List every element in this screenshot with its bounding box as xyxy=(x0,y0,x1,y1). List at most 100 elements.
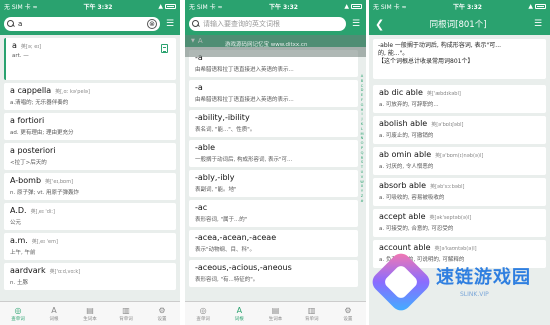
back-icon[interactable]: ❮ xyxy=(375,18,384,31)
site-logo: 速链游戏园 SLINK.VIP xyxy=(368,249,542,315)
clock: 下午 3:32 xyxy=(83,4,113,11)
entry-word: a xyxy=(12,41,17,50)
list-item[interactable]: A-bomb 英['eɪ,bɒm] n. 原子弹; vt. 用原子弹轰炸 xyxy=(4,173,176,200)
search-icon xyxy=(7,20,15,28)
entry-definition: a. 讨厌的, 令人憎恶的 xyxy=(379,164,434,170)
clear-icon[interactable]: ⊗ xyxy=(147,19,157,29)
list-item[interactable]: ab dic able 英['æbdɪkəbl] a. 可放弃的, 可辞职的... xyxy=(373,85,546,113)
list-item[interactable]: -able 一般搁于动词后, 构成形容词, 表示"可... xyxy=(189,140,358,167)
filter-icon[interactable]: ☰ xyxy=(532,19,544,29)
carrier-label: 无 SIM 卡 xyxy=(373,4,400,11)
entry-word: accept able xyxy=(379,212,426,221)
tab-wordbook[interactable]: ▤ 生词本 xyxy=(72,302,108,325)
entry-phonetic: 英[ə'kaʊntəb(ə)l] xyxy=(434,246,477,252)
clock: 下午 3:32 xyxy=(452,4,482,11)
root-list: -a 由希腊语和拉丁语直接进入英语的表示... -a 由希腊语和拉丁语直接进入英语的… xyxy=(185,47,366,287)
list-item[interactable]: a.m. 英[ˌeɪ ˈem] 上午, 午前 xyxy=(4,233,176,260)
entry-phonetic: 英[ək'septəb(ə)l] xyxy=(429,215,472,221)
entry-word: a cappella xyxy=(10,86,52,95)
entry-word: -a xyxy=(195,83,203,92)
root-search-input[interactable] xyxy=(203,18,343,30)
roots-icon: A xyxy=(236,305,243,315)
entry-phonetic: 英[ə; eɪ] xyxy=(20,44,42,50)
entry-definition: 公元 xyxy=(10,220,22,226)
alphabet-index[interactable]: A B C D E F G H I J K L M N O P Q R S T U V W X Y Z # xyxy=(359,74,365,204)
entry-word: a posteriori xyxy=(10,146,56,155)
battery-icon xyxy=(164,4,176,9)
entry-definition: a. 可接受的, 合意的, 可忍受的 xyxy=(379,226,454,232)
tab-label: 词根 xyxy=(234,316,244,322)
clock: 下午 3:32 xyxy=(268,4,298,11)
entry-phonetic: 英[ˌeɪ ˈem] xyxy=(31,239,58,245)
search-box[interactable] xyxy=(189,17,346,31)
entry-definition: a. 可放弃的, 可辞职的... xyxy=(379,102,439,108)
battery-icon xyxy=(534,4,546,9)
tab-lookup[interactable]: ◎ 查单词 xyxy=(0,302,36,325)
list-item[interactable]: -a 由希腊语和拉丁语直接进入英语的表示... xyxy=(189,80,358,107)
entry-word: abolish able xyxy=(379,119,428,128)
list-item[interactable]: -acea,-acean,-aceae 表示"动物纲、目、科"。 xyxy=(189,230,358,257)
tab-roots[interactable]: A 词根 xyxy=(36,302,72,325)
wordbook-icon: ▤ xyxy=(271,305,280,315)
tab-bar: ◎ 查单词 A 词根 ▤ 生词本 ▥ 背单词 ⚙ 设置 xyxy=(0,301,180,325)
entry-definition: 由希腊语和拉丁语直接进入英语的表示... xyxy=(195,67,294,73)
search-icon xyxy=(192,20,200,28)
entry-definition: <拉丁>后天的 xyxy=(10,160,47,166)
description-line: 【这个词根总计收录常用词801个】 xyxy=(378,58,474,65)
tab-wordbook[interactable]: ▤ 生词本 xyxy=(257,302,293,325)
search-box[interactable]: ⊗ xyxy=(4,17,160,31)
tab-roots[interactable]: A 词根 xyxy=(221,302,257,325)
entry-phonetic: 英['ɑːd,vɑːk] xyxy=(49,269,81,275)
wordbook-icon[interactable] xyxy=(161,44,168,53)
list-item[interactable]: ab omin able 英[ə'bɒm(ɪ)nəb(ə)l] a. 讨厌的, 令人… xyxy=(373,147,546,175)
lookup-icon: ◎ xyxy=(14,305,22,315)
list-item[interactable]: -ability,-ibility 表名词, "能..."、性质"。 xyxy=(189,110,358,137)
entry-word: absorb able xyxy=(379,181,427,190)
tab-label: 查单词 xyxy=(196,316,210,322)
list-item[interactable]: a fortiori ad. 更有理由; 理由更充分 xyxy=(4,113,176,140)
nav-bar: ❮ 同根词[801个] ☰ xyxy=(369,13,550,35)
entry-word: ab dic able xyxy=(379,88,423,97)
tab-label: 背单词 xyxy=(119,316,133,322)
status-bar: 无 SIM 卡 ≈ 下午 3:32 ▲ xyxy=(369,0,550,13)
tab-bar: ◎ 查单词 A 词根 ▤ 生词本 ▥ 背单词 ⚙ 设置 xyxy=(185,301,366,325)
entry-definition: 一般搁于动词后, 构成形容词, 表示"可... xyxy=(195,157,293,163)
entry-definition: 表形容词, "有...特征的"。 xyxy=(195,277,259,283)
list-item[interactable]: a posteriori <拉丁>后天的 xyxy=(4,143,176,170)
tab-lookup[interactable]: ◎ 查单词 xyxy=(185,302,221,325)
entry-word: -able xyxy=(195,143,216,152)
entry-word: A.D. xyxy=(10,206,27,215)
tab-settings[interactable]: ⚙ 设置 xyxy=(330,302,366,325)
tab-label: 设置 xyxy=(343,316,353,322)
alphabet-index-letter[interactable]: # xyxy=(360,199,363,204)
entry-phonetic: 英[ə'bɒm(ɪ)nəb(ə)l] xyxy=(435,153,484,159)
list-item[interactable]: A.D. 英[ˌeɪ ˈdiː] 公元 xyxy=(4,203,176,230)
wordbook-icon: ▤ xyxy=(86,305,94,315)
screenshot-collage: 无 SIM 卡 ≈ 下午 3:32 ▲ ⊗ ☰ a英[ə; eɪ] art. —… xyxy=(0,0,550,325)
word-search-input[interactable] xyxy=(18,18,144,30)
wifi-icon: ≈ xyxy=(217,4,223,11)
list-item[interactable]: a cappella 英[ˌɑː kəˈpelə] a.清唱的; 无乐器伴奏的 xyxy=(4,83,176,110)
filter-icon[interactable]: ☰ xyxy=(350,19,362,29)
list-item[interactable]: -aceous,-acious,-aneous 表形容词, "有...特征的"。 xyxy=(189,260,358,287)
entry-definition: a. 可吸收的, 容易被吸收的 xyxy=(379,195,445,201)
entry-word: -ably,-ibly xyxy=(195,173,235,182)
tab-recite[interactable]: ▥ 背单词 xyxy=(108,302,144,325)
list-item[interactable]: -ac 表形容词, "属于...的" xyxy=(189,200,358,227)
entry-definition: 上午, 午前 xyxy=(10,250,36,256)
list-item[interactable]: -ably,-ibly 表副词, "能。地" xyxy=(189,170,358,197)
search-toolbar: ☰ xyxy=(185,13,366,35)
tab-label: 词根 xyxy=(49,316,59,322)
search-toolbar: ⊗ ☰ xyxy=(0,13,180,35)
tab-label: 设置 xyxy=(157,316,167,322)
gear-icon: ⚙ xyxy=(158,305,166,315)
filter-icon[interactable]: ☰ xyxy=(164,19,176,29)
list-item[interactable]: a 英[ə; eɪ] art. — xyxy=(4,38,176,80)
tab-settings[interactable]: ⚙ 设置 xyxy=(144,302,180,325)
list-item[interactable]: accept able 英[ək'septəb(ə)l] a. 可接受的, 合意的,… xyxy=(373,209,546,237)
list-item[interactable]: absorb able 英[əb'sɔːbəbl] a. 可吸收的, 容易被吸收的 xyxy=(373,178,546,206)
list-item[interactable]: abolish able 英[ə'bɒlɪʃəbl] a. 可废止的, 可撤销的 xyxy=(373,116,546,144)
tab-recite[interactable]: ▥ 背单词 xyxy=(294,302,330,325)
roots-icon: A xyxy=(51,305,57,315)
list-item[interactable]: aardvark 英['ɑːd,vɑːk] n. 土豚 xyxy=(4,263,176,290)
